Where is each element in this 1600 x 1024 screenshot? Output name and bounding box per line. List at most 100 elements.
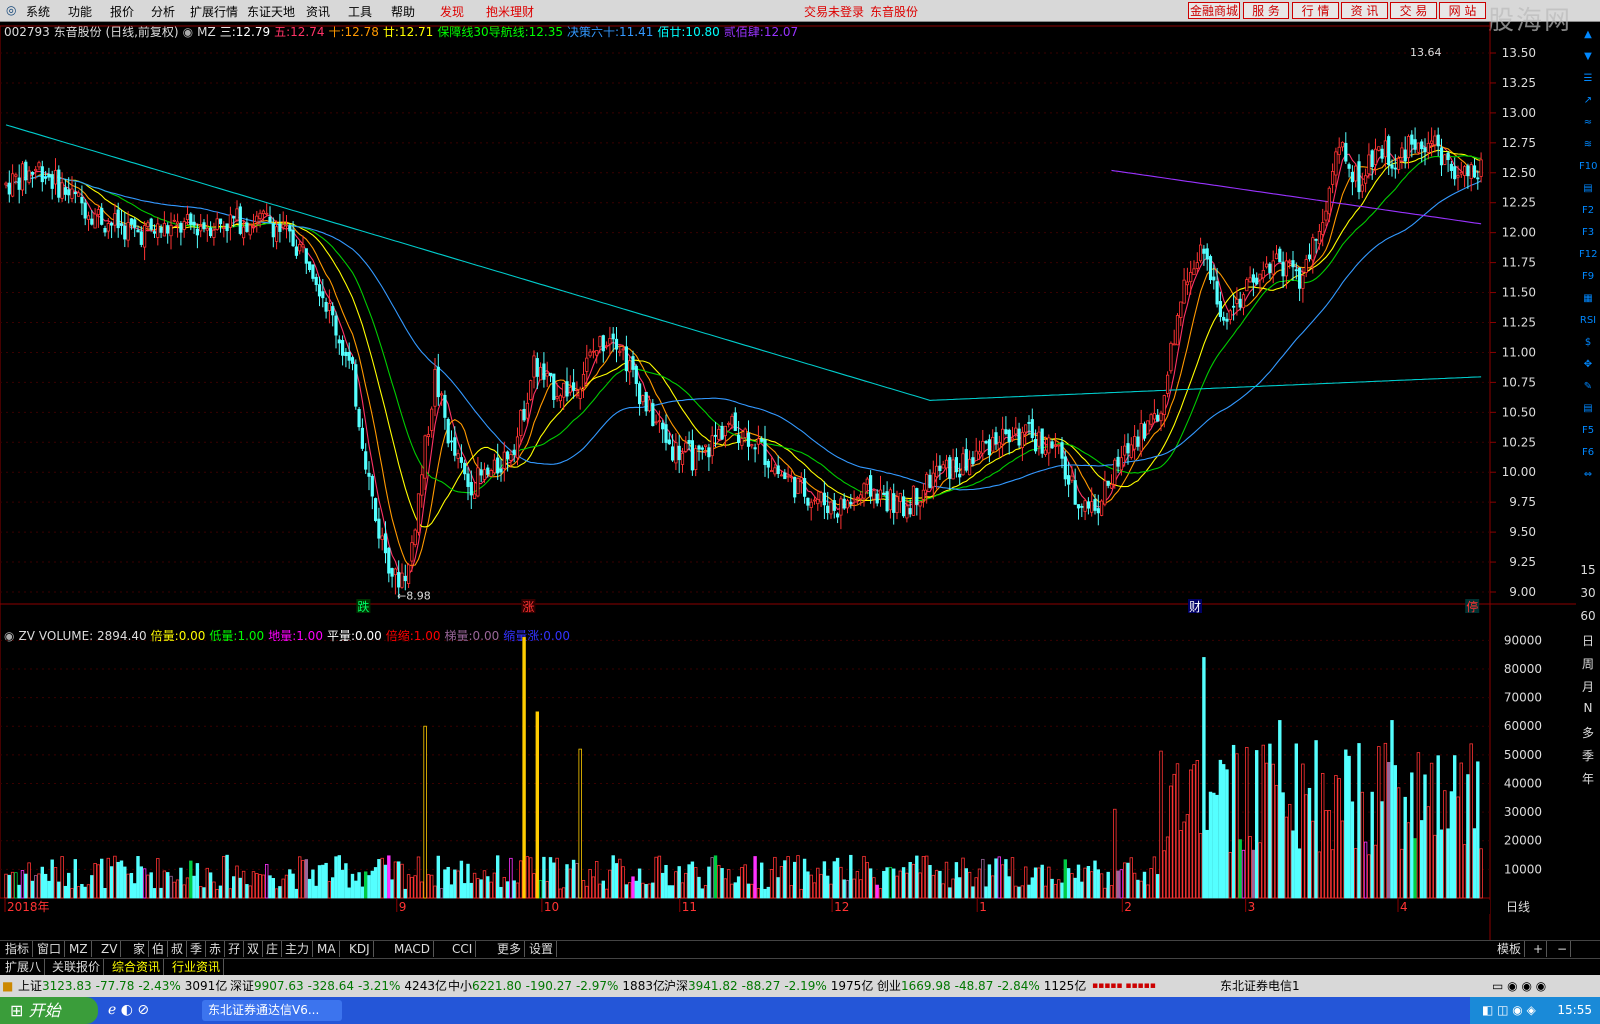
period-button-4[interactable]: 周 bbox=[1578, 655, 1598, 672]
tool-icon-1[interactable]: ▼ bbox=[1579, 50, 1597, 64]
indicator-tab-13[interactable]: MA bbox=[314, 941, 340, 957]
tool-icon-15[interactable]: ✥ bbox=[1579, 358, 1597, 372]
info-tab-2[interactable]: 综合资讯 bbox=[109, 959, 165, 975]
indicator-tab-4[interactable]: 家 bbox=[130, 941, 150, 957]
indicator-tab-0[interactable]: 指标 bbox=[2, 941, 34, 957]
volume-bar bbox=[495, 855, 500, 899]
period-button-1[interactable]: 30 bbox=[1578, 586, 1598, 600]
top-nav-button-4[interactable]: 交 易 bbox=[1390, 2, 1437, 19]
top-nav-button-3[interactable]: 资 讯 bbox=[1341, 2, 1388, 19]
volume-bar bbox=[865, 862, 869, 899]
menu-item-0[interactable]: 系统 bbox=[26, 3, 50, 20]
indicator-tab-7[interactable]: 季 bbox=[187, 941, 207, 957]
indicator-tab-11[interactable]: 庄 bbox=[263, 941, 283, 957]
start-button[interactable]: ⊞ 开始 bbox=[0, 997, 98, 1024]
tool-icon-11[interactable]: F9 bbox=[1579, 270, 1597, 284]
candle-body bbox=[1446, 152, 1450, 161]
indicator-tab-2[interactable]: MZ bbox=[66, 941, 92, 957]
menu-highlight-1[interactable]: 抱米理财 bbox=[486, 3, 534, 20]
tool-icon-4[interactable]: ≈ bbox=[1579, 116, 1597, 130]
tool-icon-7[interactable]: ▤ bbox=[1579, 182, 1597, 196]
index-item-3[interactable]: 沪深3941.82 -88.27 -2.19% 1975亿 bbox=[664, 975, 873, 997]
menu-item-1[interactable]: 功能 bbox=[68, 3, 92, 20]
period-button-8[interactable]: 季 bbox=[1578, 747, 1598, 764]
menu-item-8[interactable]: 帮助 bbox=[391, 3, 415, 20]
index-item-2[interactable]: 中小6221.80 -190.27 -2.97% 1883亿 bbox=[448, 975, 665, 997]
tool-icon-20[interactable]: ⇔ bbox=[1579, 468, 1597, 482]
indicator-tab-18[interactable]: 设置 bbox=[526, 941, 558, 957]
indicator-tab-17[interactable]: 更多 bbox=[494, 941, 526, 957]
volume-bar bbox=[1162, 850, 1166, 899]
volume-bar bbox=[746, 883, 751, 899]
index-item-0[interactable]: 上证3123.83 -77.78 -2.43% 3091亿 bbox=[18, 975, 227, 997]
menu-item-3[interactable]: 分析 bbox=[151, 3, 175, 20]
candle-body bbox=[987, 439, 992, 456]
candle-body bbox=[717, 428, 721, 440]
top-nav-button-1[interactable]: 服 务 bbox=[1243, 2, 1289, 19]
template-button[interactable]: 模板 bbox=[1494, 941, 1526, 957]
tray-icons[interactable]: ◧ ◫ ◉ ◈ bbox=[1482, 1003, 1536, 1017]
candle-body bbox=[770, 470, 774, 473]
tool-icon-2[interactable]: ☰ bbox=[1579, 72, 1597, 86]
indicator-tab-6[interactable]: 叔 bbox=[168, 941, 188, 957]
indicator-tab-12[interactable]: 主力 bbox=[282, 941, 314, 957]
indicator-tab-8[interactable]: 赤 bbox=[206, 941, 226, 957]
menu-item-4[interactable]: 扩展行情 bbox=[190, 3, 238, 20]
tool-icon-18[interactable]: F5 bbox=[1579, 424, 1597, 438]
candle-body bbox=[327, 302, 332, 311]
period-button-3[interactable]: 日 bbox=[1578, 632, 1598, 649]
period-button-6[interactable]: N bbox=[1578, 701, 1598, 715]
tool-icon-17[interactable]: ▤ bbox=[1579, 402, 1597, 416]
period-button-5[interactable]: 月 bbox=[1578, 678, 1598, 695]
candle-body bbox=[1199, 244, 1203, 262]
indicator-tab-14[interactable]: KDJ bbox=[346, 941, 374, 957]
candle-body bbox=[1179, 301, 1183, 318]
tool-icon-14[interactable]: $ bbox=[1579, 336, 1597, 350]
period-button-2[interactable]: 60 bbox=[1578, 609, 1598, 623]
index-item-4[interactable]: 创业1669.98 -48.87 -2.84% 1125亿 bbox=[877, 975, 1086, 997]
period-button-7[interactable]: 多 bbox=[1578, 724, 1598, 741]
menu-item-7[interactable]: 工具 bbox=[348, 3, 372, 20]
indicator-tab-3[interactable]: ZV bbox=[98, 941, 122, 957]
tool-icon-16[interactable]: ✎ bbox=[1579, 380, 1597, 394]
add-button[interactable]: + bbox=[1530, 941, 1548, 957]
period-button-0[interactable]: 15 bbox=[1578, 563, 1598, 577]
indicator-tab-9[interactable]: 孖 bbox=[225, 941, 245, 957]
menu-item-2[interactable]: 报价 bbox=[110, 3, 134, 20]
tool-icon-0[interactable]: ▲ bbox=[1579, 28, 1597, 42]
menu-highlight-0[interactable]: 发现 bbox=[440, 3, 464, 20]
quicklaunch-icons[interactable]: ℯ ◐ ⊘ bbox=[108, 1002, 149, 1018]
tool-icon-5[interactable]: ≋ bbox=[1579, 138, 1597, 152]
tool-icon-10[interactable]: F12 bbox=[1579, 248, 1597, 262]
indicator-tab-5[interactable]: 伯 bbox=[149, 941, 169, 957]
taskbar-app-button[interactable]: 东北证券通达信V6... bbox=[202, 1000, 342, 1021]
volume-bar bbox=[1314, 740, 1318, 899]
info-tab-0[interactable]: 扩展八 bbox=[2, 959, 46, 975]
indicator-tab-16[interactable]: CCI bbox=[449, 941, 477, 957]
tool-icon-19[interactable]: F6 bbox=[1579, 446, 1597, 460]
tool-icon-3[interactable]: ↗ bbox=[1579, 94, 1597, 108]
info-tab-1[interactable]: 关联报价 bbox=[49, 959, 105, 975]
menu-item-5[interactable]: 东证天地 bbox=[247, 3, 295, 20]
price-axis-label: 9.50 bbox=[1509, 525, 1536, 539]
broker-server[interactable]: 东北证券电信1 bbox=[1220, 975, 1300, 997]
info-tab-3[interactable]: 行业资讯 bbox=[169, 959, 225, 975]
top-nav-button-2[interactable]: 行 情 bbox=[1292, 2, 1339, 19]
tool-icon-9[interactable]: F3 bbox=[1579, 226, 1597, 240]
kline-chart[interactable]: 13.50 13.25 13.00 12.75 12.50 12.25 12.00 11.75… bbox=[0, 22, 1576, 940]
top-nav-button-5[interactable]: 网 站 bbox=[1439, 2, 1486, 19]
window-controls-icons[interactable]: ▭ ◉ ◉ ◉ bbox=[1492, 975, 1546, 997]
period-button-9[interactable]: 年 bbox=[1578, 770, 1598, 787]
tool-icon-8[interactable]: F2 bbox=[1579, 204, 1597, 218]
remove-button[interactable]: − bbox=[1554, 941, 1572, 957]
index-item-1[interactable]: 深证9907.63 -328.64 -3.21% 4243亿 bbox=[230, 975, 447, 997]
indicator-tab-1[interactable]: 窗口 bbox=[34, 941, 66, 957]
tool-icon-6[interactable]: F10 bbox=[1579, 160, 1597, 174]
tool-icon-12[interactable]: ▦ bbox=[1579, 292, 1597, 306]
top-nav-button-0[interactable]: 金融商城 bbox=[1188, 2, 1240, 19]
tool-icon-13[interactable]: RSI bbox=[1579, 314, 1597, 328]
indicator-tab-10[interactable]: 双 bbox=[244, 941, 264, 957]
login-status[interactable]: 交易未登录 bbox=[804, 3, 864, 20]
indicator-tab-15[interactable]: MACD bbox=[391, 941, 434, 957]
menu-item-6[interactable]: 资讯 bbox=[306, 3, 330, 20]
